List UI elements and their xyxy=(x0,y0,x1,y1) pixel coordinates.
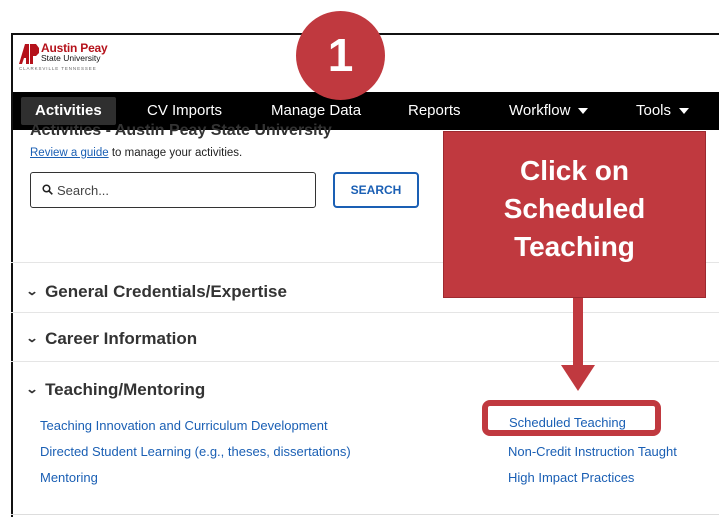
search-input[interactable]: Search... xyxy=(30,172,316,208)
subtitle-rest: to manage your activities. xyxy=(108,147,243,159)
caret-down-icon xyxy=(578,108,589,115)
chevron-down-icon: ⌄ xyxy=(25,284,39,298)
nav-tools-label: Tools xyxy=(636,102,672,119)
section-label: Career Information xyxy=(45,329,198,348)
logo-location: CLARKSVILLE TENNESSEE xyxy=(19,66,97,71)
link-teaching-innovation[interactable]: Teaching Innovation and Curriculum Devel… xyxy=(40,418,328,433)
nav-workflow-label: Workflow xyxy=(509,102,571,119)
divider xyxy=(11,361,719,362)
chevron-down-icon: ⌄ xyxy=(25,382,39,396)
callout-line: Teaching xyxy=(514,231,635,262)
divider xyxy=(11,312,719,313)
nav-workflow[interactable]: Workflow xyxy=(509,92,589,130)
link-high-impact-practices[interactable]: High Impact Practices xyxy=(508,470,634,485)
nav-activities[interactable]: Activities xyxy=(21,97,116,125)
chevron-down-icon: ⌄ xyxy=(25,331,39,345)
nav-reports[interactable]: Reports xyxy=(408,92,461,130)
callout-line: Click on xyxy=(520,155,629,186)
ap-logo-icon xyxy=(19,44,39,64)
section-teaching-mentoring[interactable]: ⌄ Teaching/Mentoring xyxy=(25,380,206,400)
review-guide-link[interactable]: Review a guide xyxy=(30,147,109,159)
search-icon xyxy=(42,184,53,195)
section-label: Teaching/Mentoring xyxy=(45,380,206,399)
callout-line: Scheduled xyxy=(503,193,646,224)
logo-subtitle: State University xyxy=(41,53,101,63)
arrow-shaft xyxy=(573,298,583,366)
arrow-down-icon xyxy=(561,365,595,391)
link-non-credit-instruction[interactable]: Non-Credit Instruction Taught xyxy=(508,444,677,459)
step-number-badge: 1 xyxy=(296,11,385,100)
link-scheduled-teaching[interactable]: Scheduled Teaching xyxy=(509,415,626,430)
page-subtitle: Review a guide to manage your activities… xyxy=(30,147,242,159)
divider xyxy=(11,514,719,515)
scheduled-teaching-highlight[interactable]: Scheduled Teaching xyxy=(482,400,661,436)
nav-tools[interactable]: Tools xyxy=(636,92,690,130)
page-title: Activities - Austin Peay State Universit… xyxy=(30,122,332,139)
search-button[interactable]: SEARCH xyxy=(333,172,419,208)
section-career-information[interactable]: ⌄ Career Information xyxy=(25,329,198,349)
link-directed-student-learning[interactable]: Directed Student Learning (e.g., theses,… xyxy=(40,444,351,459)
section-label: General Credentials/Expertise xyxy=(45,282,287,301)
instruction-callout: Click on Scheduled Teaching xyxy=(443,131,706,298)
university-logo[interactable]: Austin Peay State University CLARKSVILLE… xyxy=(19,42,127,80)
section-general-credentials[interactable]: ⌄ General Credentials/Expertise xyxy=(25,282,287,302)
link-mentoring[interactable]: Mentoring xyxy=(40,470,98,485)
caret-down-icon xyxy=(679,108,690,115)
search-placeholder: Search... xyxy=(57,183,110,198)
